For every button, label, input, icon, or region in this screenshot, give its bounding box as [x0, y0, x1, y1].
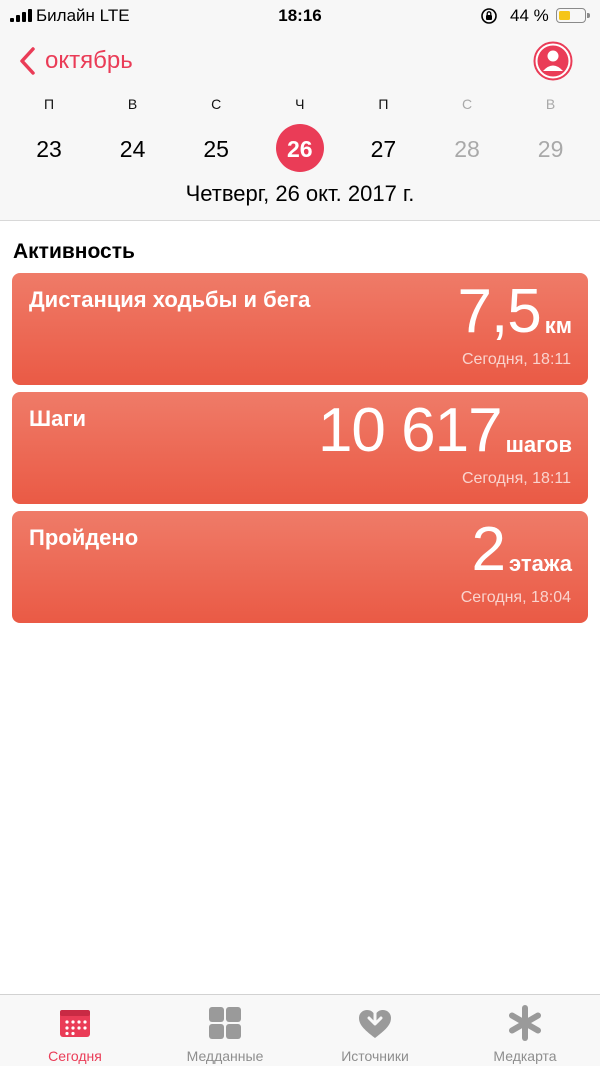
day-number: 26: [287, 136, 313, 162]
day-25[interactable]: С 25: [181, 92, 251, 172]
card-number: 2: [471, 515, 506, 584]
tab-health-data[interactable]: Медданные: [150, 995, 300, 1066]
tab-today[interactable]: Сегодня: [0, 995, 150, 1066]
card-number: 7,5: [457, 277, 542, 346]
card-value: 2 этажа: [472, 517, 572, 583]
card-unit: этажа: [509, 551, 572, 576]
day-number: 23: [36, 136, 62, 162]
asterisk-icon: [509, 1005, 541, 1041]
card-timestamp: Сегодня, 18:11: [461, 470, 571, 487]
week-strip: П 23 В 24 С 25 Ч 26 П 27 С 28 В 29: [0, 92, 600, 172]
day-number: 25: [203, 136, 229, 162]
tab-label: Сегодня: [48, 1048, 102, 1064]
day-letter: С: [461, 96, 473, 112]
card-timestamp: Сегодня, 18:04: [460, 589, 571, 606]
day-letter: С: [211, 96, 222, 112]
day-24[interactable]: В 24: [98, 92, 168, 172]
card-value: 7,5 км: [458, 279, 573, 345]
back-chevron-icon[interactable]: [18, 46, 38, 76]
section-title: Активность: [13, 240, 135, 263]
back-month-button[interactable]: октябрь: [45, 47, 133, 75]
rotation-lock-icon: [481, 8, 497, 24]
battery-percent: 44 %: [510, 6, 549, 25]
day-27[interactable]: П 27: [348, 92, 418, 172]
day-26[interactable]: Ч 26: [265, 92, 335, 172]
tab-label: Медданные: [186, 1048, 264, 1064]
day-28[interactable]: С 28: [432, 92, 502, 172]
distance-card[interactable]: Дистанция ходьбы и бега 7,5 км Сегодня, 1…: [12, 273, 588, 385]
tab-medical-id[interactable]: Медкарта: [450, 995, 600, 1066]
heart-download-icon: [359, 1005, 391, 1038]
battery-icon: [556, 8, 590, 23]
day-29[interactable]: В 29: [516, 92, 586, 172]
selected-date-label: Четверг, 26 окт. 2017 г.: [185, 181, 415, 206]
card-timestamp: Сегодня, 18:11: [461, 351, 571, 368]
tab-label: Источники: [341, 1048, 409, 1064]
day-letter: П: [378, 96, 389, 112]
card-number: 10 617: [317, 396, 503, 465]
status-bar: Билайн LTE 18:16 44 %: [0, 0, 600, 32]
tab-sources[interactable]: Источники: [300, 995, 450, 1066]
day-letter: В: [545, 96, 556, 112]
card-value: 10 617 шагов: [318, 398, 572, 464]
day-number: 24: [119, 136, 146, 162]
day-23[interactable]: П 23: [14, 92, 84, 172]
card-unit: шагов: [505, 432, 572, 457]
card-unit: км: [544, 313, 572, 338]
card-title: Дистанция ходьбы и бега: [29, 287, 311, 312]
card-title: Пройдено: [29, 525, 139, 550]
calendar-icon: [60, 1010, 90, 1037]
tab-bar: Сегодня Медданные Источники Медкарта: [0, 994, 600, 1066]
day-number: 28: [454, 136, 480, 162]
day-letter: П: [43, 96, 55, 112]
floors-card[interactable]: Пройдено 2 этажа Сегодня, 18:04: [12, 511, 588, 623]
steps-card[interactable]: Шаги 10 617 шагов Сегодня, 18:11: [12, 392, 588, 504]
tab-label: Медкарта: [493, 1048, 557, 1064]
grid-icon: [209, 1007, 241, 1039]
day-letter: В: [127, 96, 138, 112]
card-title: Шаги: [29, 406, 87, 431]
day-number: 29: [537, 136, 564, 162]
day-letter: Ч: [295, 96, 305, 112]
day-number: 27: [370, 136, 397, 162]
profile-icon[interactable]: [533, 41, 573, 81]
